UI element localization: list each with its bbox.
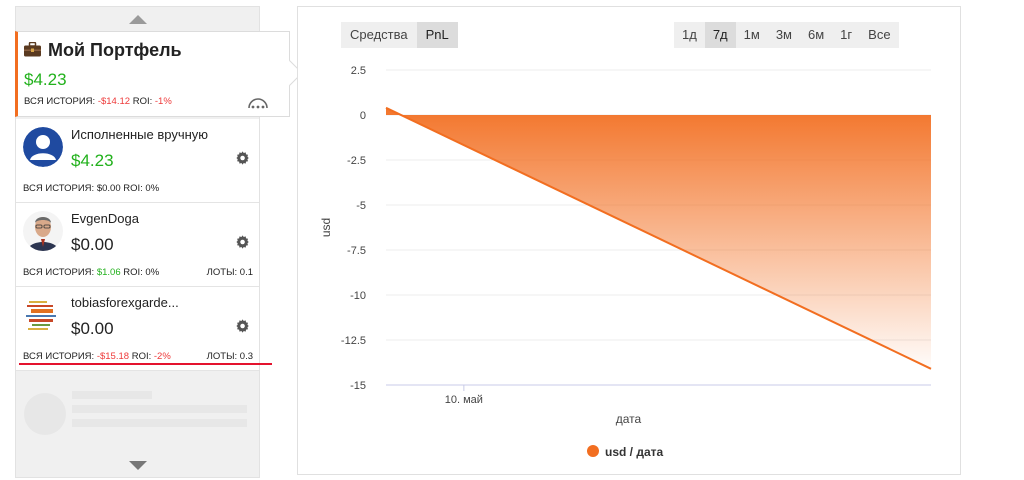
roi-label: ROI: bbox=[123, 267, 143, 278]
tab-period-6m[interactable]: 6м bbox=[800, 22, 833, 48]
period-tabs: 1д 7д 1м 3м 6м 1г Все bbox=[674, 22, 899, 48]
roi-label: ROI: bbox=[132, 96, 153, 107]
account-name: Исполненные вручную bbox=[71, 127, 209, 142]
tab-period-7d[interactable]: 7д bbox=[704, 22, 736, 48]
roi-value: 0% bbox=[145, 183, 160, 194]
history-value: $1.06 bbox=[96, 267, 121, 278]
y-axis-label: usd bbox=[319, 218, 333, 237]
x-tick-label: 10. май bbox=[445, 394, 483, 406]
history-label: ВСЯ ИСТОРИЯ: bbox=[23, 267, 95, 278]
roi-value: -1% bbox=[154, 96, 172, 107]
my-portfolio-card[interactable]: Мой Портфель $4.23 ВСЯ ИСТОРИЯ: -$14.12 … bbox=[15, 31, 303, 117]
skeleton-avatar bbox=[24, 393, 66, 435]
tab-pnl[interactable]: PnL bbox=[416, 22, 458, 48]
scroll-up-arrow-icon[interactable] bbox=[129, 15, 147, 24]
gear-icon[interactable] bbox=[236, 235, 250, 249]
account-balance: $4.23 bbox=[71, 151, 114, 170]
y-tick-label: 0 bbox=[360, 110, 366, 122]
roi-value: -2% bbox=[153, 351, 171, 362]
roi-label: ROI: bbox=[123, 183, 143, 194]
gear-icon[interactable] bbox=[236, 151, 250, 165]
history-value: -$15.18 bbox=[96, 351, 130, 362]
tab-period-1m[interactable]: 1м bbox=[735, 22, 768, 48]
portfolio-balance: $4.23 bbox=[24, 70, 67, 89]
y-tick-label: -10 bbox=[350, 290, 366, 302]
tab-period-all[interactable]: Все bbox=[860, 22, 899, 48]
account-balance: $0.00 bbox=[71, 319, 114, 338]
highlight-underline bbox=[19, 363, 272, 365]
account-history: ВСЯ ИСТОРИЯ: $1.06 ROI: 0% bbox=[23, 267, 159, 278]
history-label: ВСЯ ИСТОРИЯ: bbox=[23, 351, 95, 362]
y-tick-label: -12.5 bbox=[341, 335, 366, 347]
account-history: ВСЯ ИСТОРИЯ: $0.00 ROI: 0% bbox=[23, 183, 159, 194]
scroll-down-arrow-icon[interactable] bbox=[129, 461, 147, 470]
skeleton-line bbox=[72, 419, 247, 427]
history-label: ВСЯ ИСТОРИЯ: bbox=[23, 183, 95, 194]
roi-value: 0% bbox=[145, 267, 160, 278]
chart-panel: 2.5 0 -2.5 -5 -7.5 -10 -12.5 -15 10. май дата usd u… bbox=[297, 6, 961, 475]
x-axis-label: дата bbox=[616, 412, 642, 426]
skeleton-line bbox=[72, 391, 152, 399]
person-photo-avatar bbox=[23, 211, 63, 251]
portfolio-history: ВСЯ ИСТОРИЯ: -$14.12 ROI: -1% bbox=[24, 96, 172, 107]
metric-tabs: Средства PnL bbox=[341, 22, 458, 48]
account-item-manual[interactable]: Исполненные вручную $4.23 ВСЯ ИСТОРИЯ: $… bbox=[16, 119, 259, 203]
word-cloud-avatar bbox=[23, 295, 63, 335]
y-tick-label: 2.5 bbox=[351, 65, 366, 77]
y-tick-label: -2.5 bbox=[347, 155, 366, 167]
history-label: ВСЯ ИСТОРИЯ: bbox=[24, 96, 96, 107]
y-tick-label: -5 bbox=[356, 200, 366, 212]
roi-label: ROI: bbox=[131, 351, 152, 362]
account-name: EvgenDoga bbox=[71, 211, 139, 226]
tab-period-3m[interactable]: 3м bbox=[767, 22, 800, 48]
tab-funds[interactable]: Средства bbox=[341, 22, 417, 48]
briefcase-icon bbox=[24, 42, 41, 57]
account-name: tobiasforexgarde... bbox=[71, 295, 179, 310]
loading-skeleton bbox=[16, 379, 259, 449]
account-balance: $0.00 bbox=[71, 235, 114, 254]
pnl-chart: 2.5 0 -2.5 -5 -7.5 -10 -12.5 -15 10. май дата usd u… bbox=[319, 65, 932, 459]
account-item-tobiasforexgarden[interactable]: tobiasforexgarde... $0.00 ВСЯ ИСТОРИЯ: -… bbox=[16, 287, 259, 371]
y-tick-label: -7.5 bbox=[347, 245, 366, 257]
gear-icon[interactable] bbox=[236, 319, 250, 333]
default-user-avatar-icon bbox=[23, 127, 63, 167]
legend-label: usd / дата bbox=[605, 445, 664, 459]
account-lots: ЛОТЫ: 0.1 bbox=[206, 267, 253, 278]
legend-marker bbox=[587, 445, 599, 457]
account-lots: ЛОТЫ: 0.3 bbox=[206, 351, 253, 362]
gauge-icon[interactable] bbox=[247, 96, 269, 110]
history-value: -$14.12 bbox=[97, 96, 131, 107]
portfolio-sidebar: Мой Портфель $4.23 ВСЯ ИСТОРИЯ: -$14.12 … bbox=[15, 6, 303, 478]
y-tick-label: -15 bbox=[350, 380, 366, 392]
tab-period-1d[interactable]: 1д bbox=[674, 22, 705, 48]
account-history: ВСЯ ИСТОРИЯ: -$15.18 ROI: -2% bbox=[23, 351, 171, 362]
portfolio-title: Мой Портфель bbox=[48, 40, 182, 60]
account-item-evgendoga[interactable]: EvgenDoga $0.00 ВСЯ ИСТОРИЯ: $1.06 ROI: … bbox=[16, 203, 259, 287]
skeleton-line bbox=[72, 405, 247, 413]
tab-period-1y[interactable]: 1г bbox=[832, 22, 861, 48]
history-value: $0.00 bbox=[96, 183, 121, 194]
